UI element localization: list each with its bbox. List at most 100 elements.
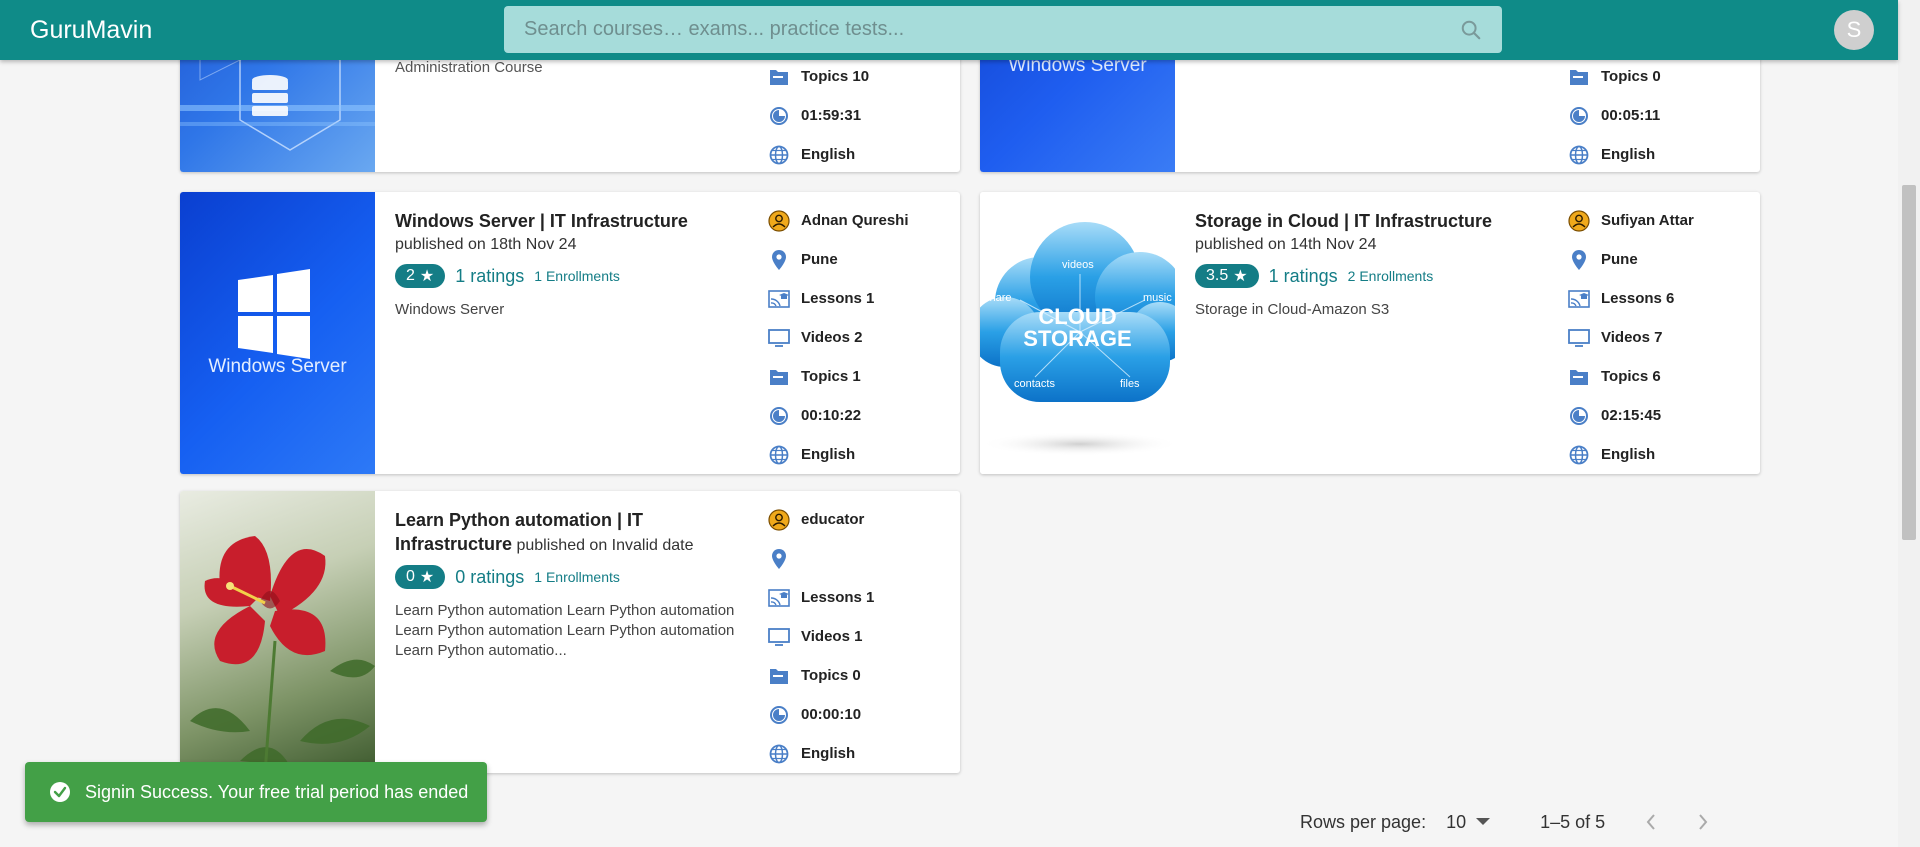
monitor-icon	[1567, 326, 1591, 350]
rating-row: 0 ★ 0 ratings 1 Enrollments	[395, 565, 755, 589]
cloud-word-videos: videos	[1062, 259, 1094, 271]
vertical-scrollbar[interactable]	[1898, 0, 1920, 847]
ratings-count[interactable]: 1 ratings	[1269, 266, 1338, 287]
star-icon: ★	[419, 268, 435, 285]
meta-location	[767, 539, 957, 578]
course-card[interactable]: Windows Server Windows Server | IT Infra…	[180, 192, 960, 474]
rating-value: 2	[406, 267, 415, 284]
course-thumbnail: Windows Server	[180, 192, 375, 474]
enrollments-count[interactable]: 1 Enrollments	[534, 569, 620, 585]
author-name[interactable]: Adnan Qureshi	[801, 212, 909, 229]
folder-icon	[767, 664, 791, 688]
course-title[interactable]: Windows Server | IT Infrastructure	[395, 210, 755, 233]
ratings-count[interactable]: 0 ratings	[455, 567, 524, 588]
meta-author: Adnan Qureshi	[767, 201, 957, 240]
meta-author: Sufiyan Attar	[1567, 201, 1757, 240]
snackbar-message: Signin Success. Your free trial period h…	[85, 781, 469, 802]
search-input[interactable]	[522, 17, 1458, 42]
meta-duration: 01:59:31	[767, 96, 957, 135]
videos-count: Videos 1	[801, 628, 863, 645]
scrollbar-thumb[interactable]	[1902, 185, 1916, 540]
course-heading: Learn Python automation | IT Infrastruct…	[395, 509, 755, 557]
duration: 01:59:31	[801, 107, 862, 124]
cloud-word-music: music	[1143, 292, 1172, 304]
meta-location: Pune	[767, 240, 957, 279]
clock-icon	[767, 104, 791, 128]
enrollments-count[interactable]: 1 Enrollments	[534, 268, 620, 284]
globe-icon	[1567, 443, 1591, 467]
meta-language: English	[767, 135, 957, 172]
user-icon	[1567, 209, 1591, 233]
duration: 00:00:10	[801, 706, 862, 723]
ratings-count[interactable]: 1 ratings	[455, 266, 524, 287]
search-icon[interactable]	[1458, 17, 1484, 43]
flower-icon	[190, 536, 375, 773]
lessons-icon	[767, 586, 791, 610]
language: English	[801, 745, 856, 762]
thumbnail-caption: Windows Server	[208, 356, 347, 377]
enrollments-count[interactable]: 2 Enrollments	[1348, 268, 1434, 284]
meta-topics: Topics 10	[767, 57, 957, 96]
lessons-count: Lessons 1	[801, 290, 875, 307]
course-info: Storage in Cloud | IT Infrastructure pub…	[1195, 210, 1555, 320]
rows-per-page-select[interactable]: 10	[1446, 811, 1491, 833]
chevron-right-icon	[1697, 813, 1709, 831]
lessons-count: Lessons 1	[801, 589, 875, 606]
meta-lessons: Lessons 1	[767, 578, 957, 617]
course-description: Storage in Cloud-Amazon S3	[1195, 301, 1390, 318]
prev-page-button[interactable]	[1645, 813, 1657, 831]
meta-location: Pune	[1567, 240, 1757, 279]
course-info: Learn Python automation | IT Infrastruct…	[395, 509, 755, 661]
rows-per-page-label: Rows per page:	[1300, 811, 1427, 832]
clock-icon	[1567, 104, 1591, 128]
search-box[interactable]	[504, 6, 1502, 53]
meta-videos: Videos 1	[767, 617, 957, 656]
author-name[interactable]: Sufiyan Attar	[1601, 212, 1694, 229]
meta-videos: Videos 7	[1567, 318, 1757, 357]
user-avatar[interactable]: S	[1834, 10, 1874, 50]
pagination: Rows per page: 10 1–5 of 5	[1300, 808, 1709, 836]
lessons-icon	[767, 287, 791, 311]
location-pin-icon	[767, 248, 791, 272]
clock-icon	[1567, 404, 1591, 428]
chevron-left-icon	[1645, 813, 1657, 831]
next-page-button[interactable]	[1697, 813, 1709, 831]
author-name[interactable]: educator	[801, 511, 864, 528]
rating-row: 2 ★ 1 ratings 1 Enrollments	[395, 264, 755, 288]
meta-lessons: Lessons 6	[1567, 279, 1757, 318]
meta-topics: Topics 0	[1567, 57, 1757, 96]
rating-row: 3.5 ★ 1 ratings 2 Enrollments	[1195, 264, 1555, 288]
course-meta: Topics 10 01:59:31 English	[767, 57, 957, 172]
videos-count: Videos 2	[801, 329, 863, 346]
globe-icon	[767, 443, 791, 467]
meta-duration: 00:00:10	[767, 695, 957, 734]
user-icon	[767, 209, 791, 233]
location: Pune	[801, 251, 838, 268]
course-meta: Adnan Qureshi Pune Lessons 1 Videos 2 To…	[767, 201, 957, 474]
course-title[interactable]: Storage in Cloud | IT Infrastructure	[1195, 210, 1555, 233]
published-date: published on 14th Nov 24	[1195, 236, 1377, 253]
lessons-count: Lessons 6	[1601, 290, 1675, 307]
globe-icon	[767, 742, 791, 766]
duration: 00:05:11	[1601, 107, 1661, 124]
cloud-word-contacts: contacts	[1014, 378, 1055, 390]
brand-logo[interactable]: GuruMavin	[30, 16, 152, 45]
published-date: published on Invalid date	[516, 537, 694, 554]
language: English	[801, 446, 856, 463]
meta-language: English	[767, 435, 957, 474]
rating-badge: 3.5 ★	[1195, 264, 1259, 288]
course-card[interactable]: videos share music CLOUD STORAGE contact…	[980, 192, 1760, 474]
meta-duration: 00:05:11	[1567, 96, 1757, 135]
topics-count: Topics 1	[801, 368, 861, 385]
check-circle-icon	[49, 781, 71, 803]
rating-value: 0	[406, 568, 415, 585]
course-card[interactable]: Learn Python automation | IT Infrastruct…	[180, 491, 960, 773]
star-icon: ★	[1233, 268, 1248, 285]
rows-per-page-value: 10	[1446, 811, 1467, 832]
user-icon	[767, 508, 791, 532]
course-meta: Sufiyan Attar Pune Lessons 6 Videos 7 To…	[1567, 201, 1757, 474]
clock-icon	[767, 703, 791, 727]
course-thumbnail	[180, 491, 375, 773]
meta-author: educator	[767, 500, 957, 539]
topics-count: Topics 10	[801, 68, 870, 85]
